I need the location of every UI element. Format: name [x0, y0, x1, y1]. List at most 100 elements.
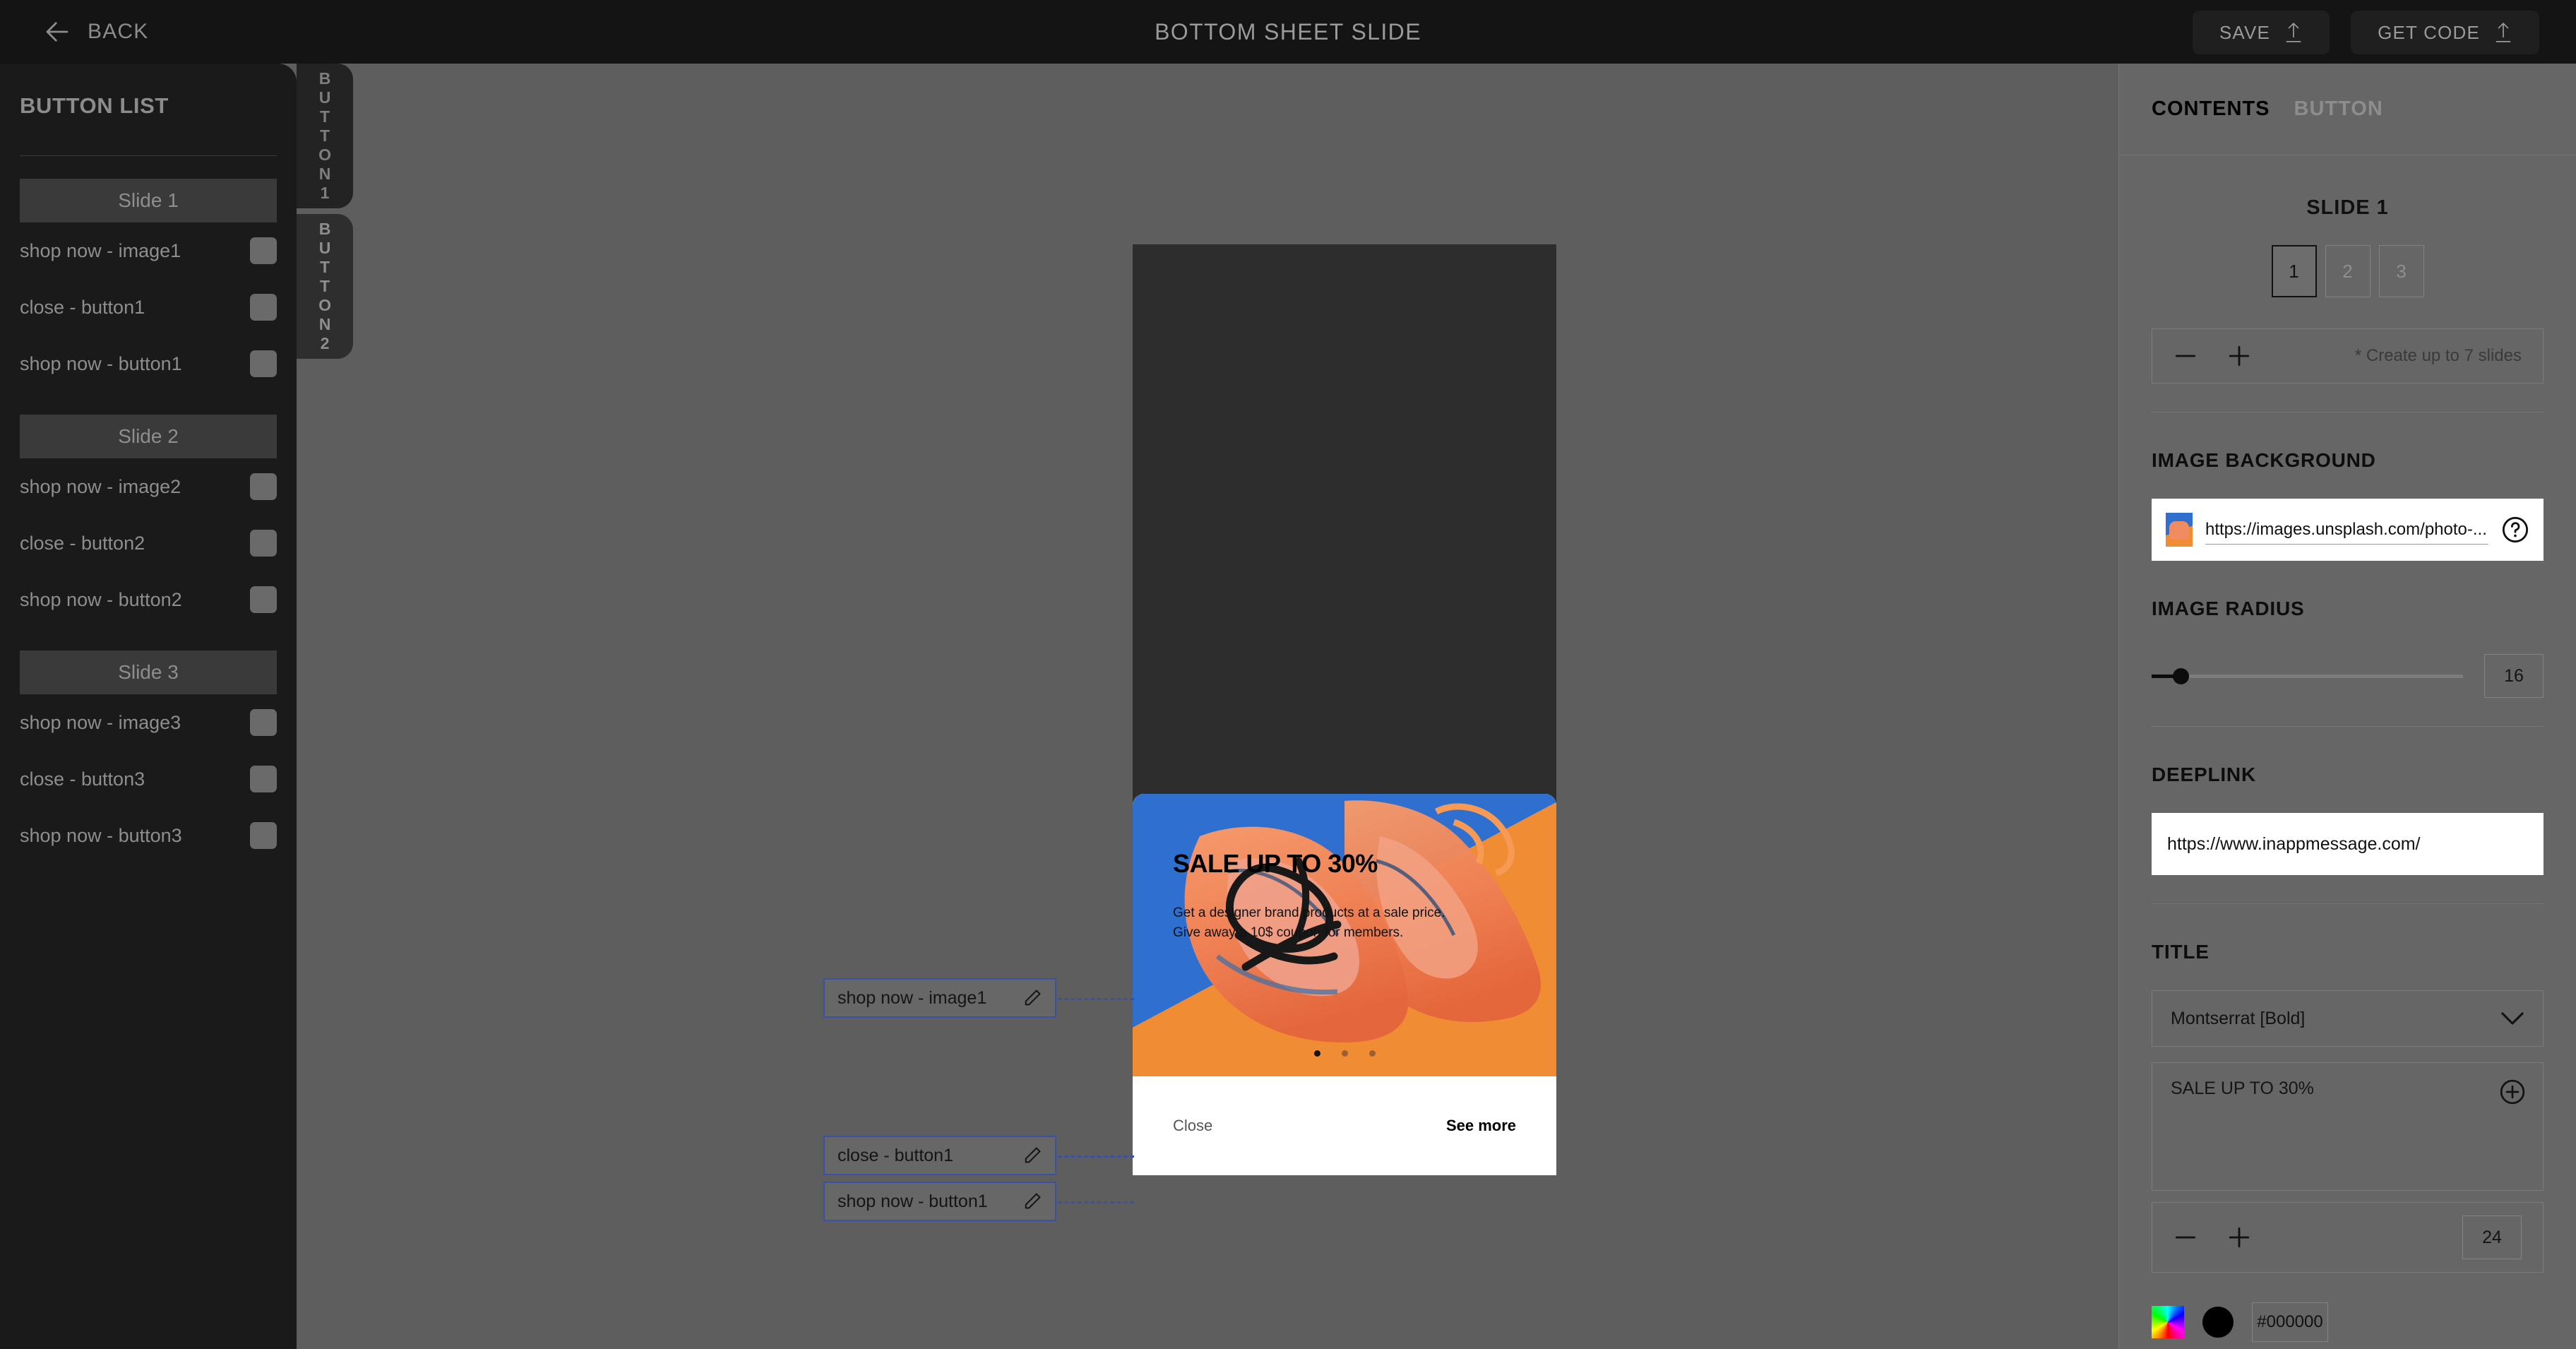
plus-icon[interactable]: [2227, 1225, 2251, 1249]
sheet-action-bar: Close See more: [1133, 1076, 1556, 1175]
panel-tab-strip: CONTENTS BUTTON: [2119, 64, 2576, 155]
callout-shop-now-button1[interactable]: shop now - button1: [823, 1182, 1056, 1221]
sidebar-button-checkbox[interactable]: [250, 350, 277, 377]
app-root: BACK BOTTOM SHEET SLIDE SAVE GET CODE BU…: [0, 0, 2576, 1349]
slide-dot-1[interactable]: [1313, 1050, 1320, 1057]
tab-button[interactable]: BUTTON: [2294, 97, 2383, 121]
title-text-area[interactable]: SALE UP TO 30%: [2152, 1062, 2544, 1191]
color-wheel-icon[interactable]: [2152, 1306, 2184, 1338]
back-arrow-icon: [46, 22, 68, 42]
sidebar-button-row[interactable]: shop now - image1: [20, 222, 277, 279]
tab-button2[interactable]: BUTTON2: [297, 214, 353, 359]
sidebar-slide-header-2[interactable]: Slide 2: [20, 415, 277, 458]
deeplink-input[interactable]: [2167, 833, 2528, 855]
sidebar-button-label: close - button2: [20, 532, 145, 554]
save-label: SAVE: [2219, 21, 2271, 43]
callout-label: close - button1: [837, 1145, 953, 1165]
sheet-title: SALE UP TO 30%: [1173, 849, 1378, 878]
deeplink-field[interactable]: [2152, 813, 2544, 875]
image-radius-heading: IMAGE RADIUS: [2152, 598, 2305, 619]
sidebar-button-checkbox[interactable]: [250, 530, 277, 557]
sidebar-button-checkbox[interactable]: [250, 586, 277, 613]
sidebar-button-row[interactable]: shop now - image2: [20, 458, 277, 515]
upload-icon: [2496, 23, 2511, 42]
sidebar-button-row[interactable]: shop now - button1: [20, 335, 277, 392]
image-radius-row: 16: [2152, 654, 2544, 698]
minus-icon[interactable]: [2174, 344, 2198, 368]
sidebar-button-row[interactable]: close - button2: [20, 515, 277, 571]
sheet-close-button[interactable]: Close: [1173, 1117, 1212, 1135]
sidebar-slide-header-1[interactable]: Slide 1: [20, 179, 277, 222]
sidebar-slide-header-3[interactable]: Slide 3: [20, 650, 277, 694]
sidebar-button-checkbox[interactable]: [250, 294, 277, 321]
back-label: BACK: [88, 20, 149, 43]
sheet-body-text: Get a designer brand products at a sale …: [1173, 905, 1445, 940]
edit-pencil-icon[interactable]: [1022, 1146, 1042, 1165]
sidebar-button-row[interactable]: shop now - button3: [20, 807, 277, 864]
page-title: BOTTOM SHEET SLIDE: [1155, 18, 1421, 44]
image-radius-value[interactable]: 16: [2484, 654, 2544, 698]
sidebar-button-row[interactable]: close - button3: [20, 751, 277, 807]
color-swatch[interactable]: [2202, 1307, 2234, 1338]
sidebar-button-label: shop now - image2: [20, 475, 181, 497]
image-url-field[interactable]: [2152, 499, 2544, 561]
slide-count-stepper: * Create up to 7 slides: [2152, 328, 2544, 384]
callout-close-button1[interactable]: close - button1: [823, 1136, 1056, 1175]
sidebar-button-checkbox[interactable]: [250, 822, 277, 849]
tab-button1[interactable]: BUTTON1: [297, 64, 353, 208]
top-bar: BACK BOTTOM SHEET SLIDE SAVE GET CODE: [0, 0, 2576, 64]
sidebar-button-row[interactable]: close - button1: [20, 279, 277, 335]
tab-button2-label: BUTTON2: [316, 220, 335, 353]
vertical-tab-strip: BUTTON1 BUTTON2: [297, 64, 353, 359]
title-font-select[interactable]: Montserrat [Bold]: [2152, 990, 2544, 1047]
image-radius-slider[interactable]: [2152, 667, 2463, 684]
sidebar-button-label: shop now - image3: [20, 711, 181, 733]
slide-chip-2[interactable]: 2: [2325, 245, 2371, 297]
slide-stepper-controls: [2174, 344, 2251, 368]
slide-dot-3[interactable]: [1368, 1050, 1376, 1057]
title-color-row: #000000: [2152, 1302, 2544, 1342]
properties-panel: CONTENTS BUTTON SLIDE 1 1 2 3 * Create u…: [2118, 64, 2576, 1349]
slide-limit-note: * Create up to 7 slides: [2354, 346, 2522, 365]
sidebar-button-label: close - button1: [20, 296, 145, 318]
plus-icon[interactable]: [2227, 344, 2251, 368]
slide-indicator-dots: [1133, 1050, 1556, 1057]
help-circle-icon[interactable]: [2501, 516, 2529, 544]
upload-icon: [2286, 23, 2301, 42]
sidebar-button-checkbox[interactable]: [250, 766, 277, 792]
minus-icon[interactable]: [2174, 1225, 2198, 1249]
sheet-see-more-button[interactable]: See more: [1446, 1117, 1516, 1135]
add-circle-icon[interactable]: [2499, 1078, 2526, 1105]
image-url-input[interactable]: [2205, 515, 2488, 545]
bottom-sheet: SALE UP TO 30% Get a designer brand prod…: [1133, 794, 1556, 1175]
sidebar-button-row[interactable]: shop now - image3: [20, 694, 277, 751]
title-section: TITLE Montserrat [Bold] SALE UP TO 30% 2…: [2119, 941, 2576, 1349]
chevron-down-icon: [2501, 1012, 2524, 1025]
title-font-size-row: 24: [2152, 1202, 2544, 1273]
edit-pencil-icon[interactable]: [1022, 1191, 1042, 1211]
callout-shop-now-image1[interactable]: shop now - image1: [823, 978, 1056, 1018]
title-font-size-controls: [2174, 1225, 2251, 1249]
sidebar-button-checkbox[interactable]: [250, 237, 277, 264]
slide-dot-2[interactable]: [1341, 1050, 1348, 1057]
tab-button1-label: BUTTON1: [316, 69, 335, 203]
get-code-button[interactable]: GET CODE: [2351, 11, 2539, 54]
back-button[interactable]: BACK: [42, 17, 149, 47]
edit-pencil-icon[interactable]: [1022, 988, 1042, 1008]
deeplink-heading: DEEPLINK: [2152, 763, 2256, 785]
slide-chip-1[interactable]: 1: [2271, 245, 2317, 297]
slide-chip-group: 1 2 3: [2152, 245, 2544, 297]
sidebar-button-row[interactable]: shop now - button2: [20, 571, 277, 628]
sidebar-button-checkbox[interactable]: [250, 473, 277, 500]
tab-contents[interactable]: CONTENTS: [2152, 97, 2270, 121]
sidebar-button-label: shop now - button3: [20, 824, 182, 846]
callout-connector: [1058, 1155, 1134, 1158]
slide-chip-3[interactable]: 3: [2378, 245, 2424, 297]
save-button[interactable]: SAVE: [2192, 11, 2330, 54]
sidebar-button-checkbox[interactable]: [250, 709, 277, 736]
sidebar-button-label: close - button3: [20, 768, 145, 790]
slider-handle[interactable]: [2173, 667, 2189, 684]
title-color-hex[interactable]: #000000: [2252, 1302, 2328, 1342]
title-font-size-value[interactable]: 24: [2462, 1216, 2522, 1259]
image-background-heading: IMAGE BACKGROUND: [2152, 449, 2376, 471]
